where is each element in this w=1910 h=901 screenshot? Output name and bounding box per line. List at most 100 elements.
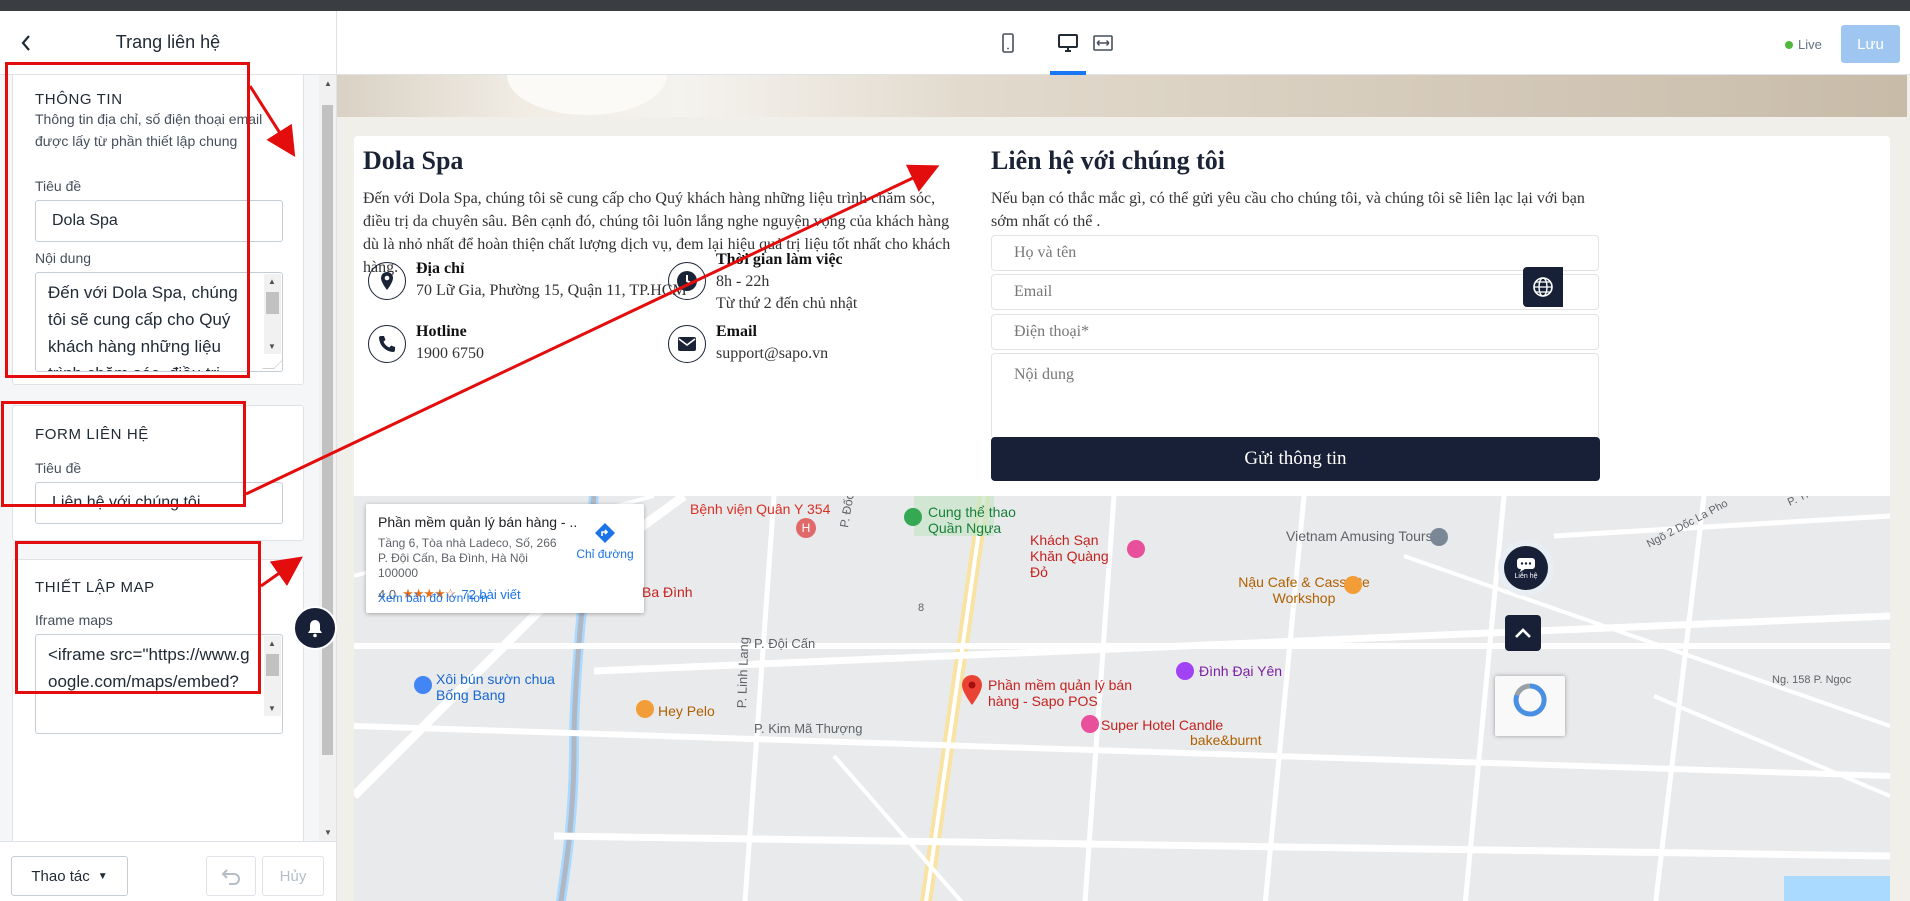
directions-label: Chỉ đường (576, 547, 634, 561)
map-label-hotel1: Khách Sạn Khăn Quàng Đỏ (1030, 532, 1109, 580)
notification-button[interactable] (293, 606, 337, 650)
map-label-num8: 8 (918, 602, 925, 614)
caret-down-icon: ▼ (97, 870, 108, 882)
recaptcha-badge (1495, 676, 1565, 736)
sidebar-scrollbar[interactable]: ▲ ▼ (319, 75, 336, 841)
chevron-up-icon (1515, 628, 1531, 638)
info-title-label: Tiêu đề (35, 178, 82, 194)
scroll-to-top-button[interactable] (1505, 615, 1541, 651)
settings-sidebar: Trang liên hệ THÔNG TIN Thông tin địa ch… (0, 11, 337, 901)
hotline-value: 1900 6750 (416, 345, 484, 362)
temple-icon (1176, 662, 1194, 680)
tour-icon (1430, 528, 1448, 546)
sidebar-footer: Thao tác ▼ Hủy (0, 841, 336, 901)
hero-banner-image (337, 75, 1907, 117)
clock-icon (668, 262, 706, 300)
recaptcha-icon (1513, 683, 1547, 717)
live-status: Live (1785, 37, 1822, 52)
map-label-kimma: P. Kim Mã Thượng (754, 721, 863, 736)
contact-title: Liên hệ với chúng tôi (991, 146, 1225, 175)
map-iframe-textarea[interactable]: <iframe src="https://www.google.com/maps… (35, 634, 283, 734)
language-button[interactable] (1523, 267, 1563, 307)
info-content-textarea[interactable]: Đến với Dola Spa, chúng tôi sẽ cung cấp … (35, 272, 283, 372)
map-pin-icon (960, 674, 984, 706)
map-iframe-label: Iframe maps (35, 612, 113, 628)
message-textarea[interactable]: Nội dung (991, 353, 1599, 439)
map-label-hospital: Bệnh viện Quân Y 354 (690, 501, 831, 517)
actions-dropdown-button[interactable]: Thao tác ▼ (11, 856, 128, 896)
about-title: Dola Spa (363, 146, 464, 175)
email-value: support@sapo.vn (716, 345, 829, 362)
google-map-embed[interactable]: Phần mềm quản lý bán hàng - ... Tầng 6, … (354, 496, 1890, 901)
place-name: Phần mềm quản lý bán hàng - ... (378, 514, 578, 530)
place-info-card: Phần mềm quản lý bán hàng - ... Tầng 6, … (366, 504, 644, 613)
park-icon (904, 508, 922, 526)
contact-text: Nếu bạn có thắc mắc gì, có thể gửi yêu c… (991, 190, 1585, 230)
page-preview: Dola Spa Đến với Dola Spa, chúng tôi sẽ … (337, 75, 1910, 901)
directions-icon (595, 523, 615, 543)
address-info: Địa chỉ 70 Lữ Gia, Phường 15, Quận 11, TP… (368, 260, 687, 302)
cafe-icon (1344, 576, 1362, 594)
info-settings-card: THÔNG TIN Thông tin địa chỉ, số điện tho… (12, 75, 304, 385)
info-content-text: Đến với Dola Spa, chúng tôi sẽ cung cấp … (48, 283, 238, 371)
name-input[interactable]: Họ và tên (991, 235, 1599, 271)
info-content-label: Nội dung (35, 250, 92, 266)
directions-link[interactable]: Chỉ đường (574, 522, 636, 561)
larger-map-link[interactable]: Xem bản đồ lớn hơn (378, 591, 488, 605)
hotline-info: Hotline 1900 6750 (368, 323, 484, 365)
chat-label: Liên hệ (1514, 572, 1538, 580)
hours-value-2: Từ thứ 2 đến chủ nhật (716, 295, 858, 312)
hours-info: Thời gian làm việc 8h - 22h Từ thứ 2 đến c… (668, 251, 857, 315)
phone-input[interactable]: Điện thoại* (991, 314, 1599, 350)
undo-button[interactable] (206, 856, 256, 896)
hotel-icon (1127, 540, 1145, 558)
location-pin-icon (368, 262, 406, 300)
fullwidth-icon[interactable] (1091, 31, 1115, 55)
hours-value-1: 8h - 22h (716, 273, 770, 290)
submit-button[interactable]: Gửi thông tin (991, 437, 1600, 481)
globe-icon (1533, 277, 1553, 297)
hotline-label: Hotline (416, 323, 467, 340)
form-title-input[interactable]: Liên hệ với chúng tôi (35, 482, 283, 524)
map-label-superhotel: Super Hotel Candle (1101, 717, 1224, 733)
window-top-bar (0, 0, 1910, 11)
actions-label: Thao tác (31, 867, 90, 885)
save-button[interactable]: Lưu (1841, 25, 1900, 63)
textarea-scrollbar[interactable]: ▲ ▼ (264, 636, 281, 716)
map-label-heypelo: Hey Pelo (658, 703, 715, 719)
map-iframe-text: <iframe src="https://www.google.com/maps… (48, 645, 250, 691)
email-info: Email support@sapo.vn (668, 323, 828, 365)
cancel-button[interactable]: Hủy (262, 856, 324, 896)
textarea-scrollbar[interactable]: ▲ ▼ (264, 274, 281, 354)
envelope-icon (668, 325, 706, 363)
desktop-icon[interactable] (1056, 31, 1080, 55)
sidebar-scroll-area: THÔNG TIN Thông tin địa chỉ, số điện tho… (0, 75, 336, 841)
info-title-input[interactable]: Dola Spa (35, 200, 283, 242)
map-label-sapo: Phần mềm quản lý bán hàng - Sapo POS (988, 677, 1132, 709)
map-label-ng158: Ng. 158 P. Ngọc (1772, 674, 1852, 686)
live-label: Live (1798, 37, 1822, 52)
hospital-icon: H (796, 518, 816, 538)
form-title-label: Tiêu đề (35, 460, 82, 476)
info-section-description: Thông tin địa chỉ, số điện thoại email đ… (35, 111, 263, 149)
map-label-tours: Vietnam Amusing Tours (1286, 528, 1433, 544)
place-address: Tầng 6, Tòa nhà Ladeco, Số, 266 P. Đội C… (378, 536, 557, 580)
email-input[interactable]: Email (991, 274, 1599, 310)
form-section-heading: FORM LIÊN HỆ (35, 426, 149, 443)
map-label-doican: P. Đội Cấn (754, 636, 816, 651)
address-label: Địa chỉ (416, 260, 465, 277)
contact-form-settings-card: FORM LIÊN HỆ Tiêu đề Liên hệ với chúng t… (12, 405, 304, 541)
map-label-xoi: Xôi bún sườn chua Bống Bang (436, 671, 555, 703)
sidebar-title: Trang liên hệ (115, 32, 221, 52)
resize-grip-icon[interactable] (262, 357, 282, 369)
hours-label: Thời gian làm việc (716, 251, 843, 268)
editor-toolbar: Live Lưu (337, 11, 1910, 75)
hotel2-icon (1081, 715, 1099, 733)
map-label-dinh: Đình Đại Yên (1199, 663, 1283, 679)
contact-chat-button[interactable]: Liên hệ (1498, 540, 1554, 596)
chat-icon (1517, 557, 1535, 572)
sidebar-header: Trang liên hệ (0, 11, 336, 75)
mobile-icon[interactable] (996, 31, 1020, 55)
undo-icon (221, 869, 240, 885)
map-label-linhlang: P. Linh Lang (734, 636, 752, 709)
